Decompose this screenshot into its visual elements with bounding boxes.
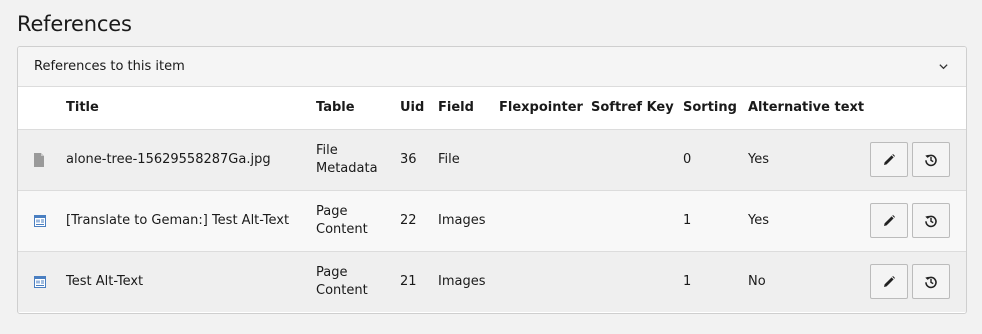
row-field: File	[438, 151, 460, 167]
edit-button[interactable]	[870, 142, 908, 177]
header-uid: Uid	[392, 87, 430, 130]
file-icon	[34, 152, 58, 167]
pencil-icon	[884, 275, 895, 287]
row-flexpointer	[491, 251, 583, 312]
row-title: Test Alt-Text	[66, 273, 144, 289]
header-softref-key: Softref Key	[583, 87, 675, 130]
row-sorting: 1	[683, 273, 692, 289]
history-icon	[925, 215, 937, 227]
header-title: Title	[58, 87, 308, 130]
pencil-icon	[884, 153, 895, 165]
header-table: Table	[308, 87, 392, 130]
row-flexpointer	[491, 129, 583, 190]
header-flexpointer: Flexpointer	[491, 87, 583, 130]
edit-button[interactable]	[870, 203, 908, 238]
references-panel: References to this item Title Table Uid …	[17, 46, 967, 314]
row-title: [Translate to Geman:] Test Alt-Text	[66, 212, 290, 228]
row-uid: 22	[400, 212, 417, 228]
references-panel-header[interactable]: References to this item	[18, 47, 966, 87]
header-alternative-text: Alternative text	[740, 87, 864, 130]
history-button[interactable]	[912, 264, 950, 300]
row-alternative-text: Yes	[748, 151, 769, 167]
history-button[interactable]	[912, 203, 950, 238]
table-row: [Translate to Geman:] Test Alt-Text Page…	[18, 190, 966, 251]
header-icon	[18, 87, 58, 130]
table-row: alone-tree-15629558287Ga.jpg File Metada…	[18, 129, 966, 190]
header-sorting: Sorting	[675, 87, 740, 130]
row-uid: 21	[400, 273, 417, 289]
row-sorting: 1	[683, 212, 692, 228]
row-alternative-text: Yes	[748, 212, 769, 228]
header-field: Field	[430, 87, 491, 130]
history-icon	[925, 154, 937, 166]
row-softref-key	[583, 251, 675, 312]
row-table-line2: Content	[316, 282, 368, 298]
chevron-down-icon[interactable]	[936, 60, 950, 74]
row-flexpointer	[491, 190, 583, 251]
pencil-icon	[884, 214, 895, 226]
row-actions	[870, 142, 958, 177]
page-content-icon	[34, 214, 58, 227]
row-table-line1: File	[316, 142, 338, 158]
page-content-icon	[34, 275, 58, 288]
page-title: References	[17, 12, 132, 36]
row-softref-key	[583, 129, 675, 190]
table-header-row: Title Table Uid Field Flexpointer Softre…	[18, 87, 966, 130]
row-uid: 36	[400, 151, 417, 167]
row-table-line2: Content	[316, 221, 368, 237]
row-table-line2: Metadata	[316, 160, 378, 176]
row-title: alone-tree-15629558287Ga.jpg	[66, 151, 271, 167]
row-table-line1: Page	[316, 203, 348, 219]
row-sorting: 0	[683, 151, 692, 167]
row-table-line1: Page	[316, 264, 348, 280]
history-icon	[925, 276, 937, 288]
row-field: Images	[438, 212, 486, 228]
row-field: Images	[438, 273, 486, 289]
header-actions	[862, 87, 966, 130]
history-button[interactable]	[912, 142, 950, 177]
table-row: Test Alt-Text Page Content 21 Images 1 N…	[18, 251, 966, 312]
row-softref-key	[583, 190, 675, 251]
references-table: Title Table Uid Field Flexpointer Softre…	[18, 87, 966, 312]
row-alternative-text: No	[748, 273, 766, 289]
panel-header-label: References to this item	[34, 59, 185, 74]
edit-button[interactable]	[870, 264, 908, 300]
row-actions	[870, 203, 958, 238]
row-actions	[870, 264, 958, 300]
